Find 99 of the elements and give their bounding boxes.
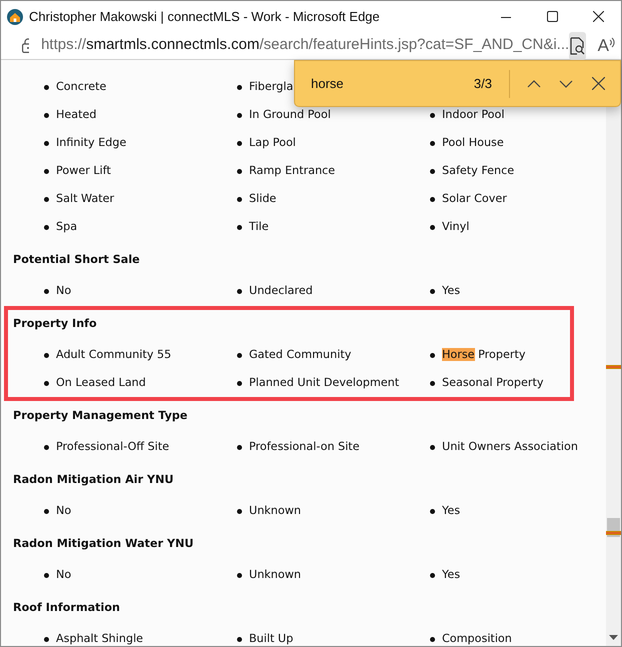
bullet-icon bbox=[44, 112, 49, 118]
bullet-icon bbox=[430, 444, 435, 450]
close-icon bbox=[592, 11, 604, 22]
list-item-text: Tile bbox=[249, 218, 269, 235]
close-icon bbox=[592, 77, 604, 90]
section-heading: Radon Mitigation Water YNU bbox=[13, 536, 195, 552]
list-item-text: Unknown bbox=[249, 566, 301, 583]
bullet-icon bbox=[44, 636, 49, 642]
bullet-icon bbox=[430, 380, 435, 386]
search-result-marker-icon bbox=[606, 531, 621, 535]
bullet-icon bbox=[430, 112, 435, 118]
list-item-text: Composition bbox=[442, 630, 512, 646]
bullet-icon bbox=[430, 196, 435, 202]
bullet-icon bbox=[44, 196, 49, 202]
bullet-icon bbox=[237, 196, 242, 202]
list-item-text: Undeclared bbox=[249, 282, 313, 299]
bullet-icon bbox=[44, 288, 49, 294]
list-item-text: Heated bbox=[56, 106, 97, 123]
bullet-icon bbox=[237, 444, 242, 450]
list-item-text: Ramp Entrance bbox=[249, 162, 336, 179]
list-item-text: Vinyl bbox=[442, 218, 470, 235]
bullet-icon bbox=[430, 572, 435, 578]
bullet-icon bbox=[237, 224, 242, 230]
find-query-field[interactable]: horse bbox=[311, 74, 474, 94]
bullet-icon bbox=[237, 352, 242, 358]
list-item-text: Horse Property bbox=[442, 346, 526, 363]
list-item-text: No bbox=[56, 502, 72, 519]
bullet-icon bbox=[237, 140, 242, 146]
list-item-text: Built Up bbox=[249, 630, 294, 646]
list-item-text: Professional-Off Site bbox=[56, 438, 170, 455]
bullet-icon bbox=[44, 224, 49, 230]
bullet-icon bbox=[430, 140, 435, 146]
chevron-down-icon bbox=[559, 80, 573, 88]
section-heading: Property Management Type bbox=[13, 408, 188, 424]
list-item-text: Slide bbox=[249, 190, 276, 207]
list-item-text: Concrete bbox=[56, 78, 106, 95]
bullet-icon bbox=[430, 636, 435, 642]
match-count: 3/3 bbox=[474, 74, 492, 93]
bullet-icon bbox=[430, 224, 435, 230]
bullet-icon bbox=[237, 84, 242, 90]
list-item-text: No bbox=[56, 566, 72, 583]
bullet-icon bbox=[237, 636, 242, 642]
bullet-icon bbox=[237, 288, 242, 294]
list-item-text: Indoor Pool bbox=[442, 106, 504, 123]
bullet-icon bbox=[44, 572, 49, 578]
bullet-icon bbox=[44, 508, 49, 514]
list-item-text: Unknown bbox=[249, 502, 301, 519]
lock-icon[interactable] bbox=[22, 38, 30, 53]
app-logo-icon bbox=[7, 8, 23, 24]
window-title: Christopher Makowski | connectMLS - Work - Microsoft Edge bbox=[29, 8, 381, 26]
list-item-text: Safety Fence bbox=[442, 162, 514, 179]
list-item-text: Infinity Edge bbox=[56, 134, 126, 151]
list-item-text: Unit Owners Association bbox=[442, 438, 578, 455]
section-heading: Roof Information bbox=[13, 600, 121, 616]
bullet-icon bbox=[44, 168, 49, 174]
list-item-text: Yes bbox=[442, 566, 460, 583]
section-heading: Radon Mitigation Air YNU bbox=[13, 472, 175, 488]
list-item-text: No bbox=[56, 282, 72, 299]
bullet-icon bbox=[237, 380, 242, 386]
bullet-icon bbox=[237, 112, 242, 118]
bullet-icon bbox=[430, 508, 435, 514]
section-heading: Property Info bbox=[13, 316, 98, 332]
list-item-text: Gated Community bbox=[249, 346, 352, 363]
bullet-icon bbox=[430, 288, 435, 294]
find-on-page-button[interactable] bbox=[569, 32, 586, 60]
read-aloud-button[interactable]: A bbox=[598, 32, 615, 58]
bullet-icon bbox=[44, 380, 49, 386]
list-item-text: Professional-on Site bbox=[249, 438, 360, 455]
bullet-icon bbox=[237, 508, 242, 514]
list-item-text: Spa bbox=[56, 218, 78, 235]
list-item-text: Yes bbox=[442, 282, 460, 299]
section-heading: Potential Short Sale bbox=[13, 252, 141, 268]
list-item-text: Asphalt Shingle bbox=[56, 630, 144, 646]
list-item-text: Solar Cover bbox=[442, 190, 507, 207]
list-item-text: In Ground Pool bbox=[249, 106, 331, 123]
sound-waves-icon bbox=[609, 36, 615, 48]
list-item-text: Yes bbox=[442, 502, 460, 519]
chevron-up-icon bbox=[527, 80, 541, 88]
bullet-icon bbox=[44, 84, 49, 90]
bullet-icon bbox=[44, 352, 49, 358]
bullet-icon bbox=[430, 352, 435, 358]
list-item-text: Pool House bbox=[442, 134, 504, 151]
list-item-text: Power Lift bbox=[56, 162, 111, 179]
list-item-text: On Leased Land bbox=[56, 374, 146, 391]
list-item-text: Planned Unit Development bbox=[249, 374, 400, 391]
bullet-icon bbox=[44, 140, 49, 146]
bullet-icon bbox=[430, 168, 435, 174]
list-item-text: Lap Pool bbox=[249, 134, 296, 151]
list-item-text: Adult Community 55 bbox=[56, 346, 172, 363]
list-item-text: Fibergla bbox=[249, 78, 294, 95]
list-item-text: Salt Water bbox=[56, 190, 114, 207]
bullet-icon bbox=[237, 168, 242, 174]
list-item-text: Seasonal Property bbox=[442, 374, 544, 391]
address-url[interactable]: https://smartmls.connectmls.com/search/featureHints.jsp?cat=SF_AND_CN&i... bbox=[41, 34, 570, 57]
search-result-marker-icon bbox=[606, 365, 621, 369]
bullet-icon bbox=[237, 572, 242, 578]
bullet-icon bbox=[44, 444, 49, 450]
scroll-down-icon[interactable] bbox=[609, 635, 618, 640]
maximize-icon bbox=[546, 11, 558, 22]
